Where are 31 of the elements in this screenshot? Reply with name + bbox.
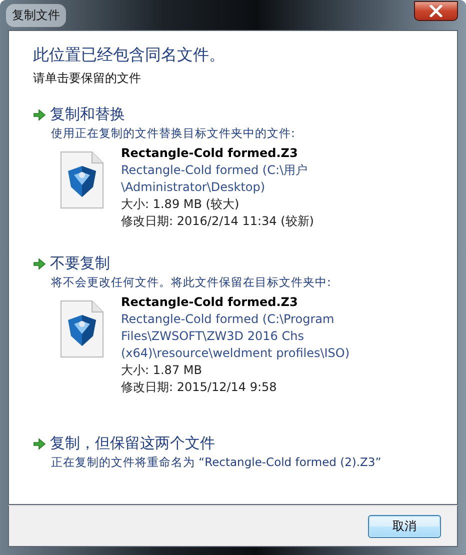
close-icon: [429, 5, 443, 17]
file-icon: [60, 300, 104, 358]
arrow-icon: [33, 438, 46, 450]
file-size: 大小: 1.89 MB (较大): [121, 196, 240, 213]
file-path: Rectangle-Cold formed (C:\Program: [121, 311, 336, 328]
option-link[interactable]: 复制，但保留这两个文件 正在复制的文件将重命名为 “Rectangle-Cold formed (2).Z3”: [25, 430, 441, 476]
option-link[interactable]: 不要复制 将不会更改任何文件。将此文件保留在目标文件夹中: Rectangle-Cold formed.Z3 Rectangle-Cold formed (C:\Program Files\ZWSOFT\ZW3D 2016 Chs (x64)\resource\weldment profiles\ISO) 大小: 1.87 MB 修改日期: 2015/12/14 9:58: [25, 250, 441, 402]
file-name: Rectangle-Cold formed.Z3: [121, 145, 299, 162]
option-title: 复制和替换: [50, 105, 125, 124]
file-path: (x64)\resource\weldment profiles\ISO): [121, 345, 350, 362]
option-description: 将不会更改任何文件。将此文件保留在目标文件夹中:: [51, 275, 332, 290]
dialog-heading: 此位置已经包含同名文件。: [33, 45, 226, 66]
close-button[interactable]: [414, 1, 458, 21]
option-description: 使用正在复制的文件替换目标文件夹中的文件:: [51, 126, 296, 141]
file-path: Rectangle-Cold formed (C:\用户: [121, 162, 309, 179]
option-title: 复制，但保留这两个文件: [50, 434, 215, 453]
file-name: Rectangle-Cold formed.Z3: [121, 294, 299, 311]
file-path: Files\ZWSOFT\ZW3D 2016 Chs: [121, 328, 305, 345]
file-icon: [60, 151, 104, 209]
arrow-icon: [33, 258, 46, 270]
option-link[interactable]: 复制和替换 使用正在复制的文件替换目标文件夹中的文件: Rectangle-Cold formed.Z3 Rectangle-Cold formed (C:\用户 \Administrator\Desktop) 大小: 1.89 MB (较大) 修改日期: 2016/2/14 11:34 (较新): [25, 101, 441, 236]
modified-date: 修改日期: 2015/12/14 9:58: [121, 379, 278, 396]
file-path: \Administrator\Desktop): [121, 179, 266, 196]
window-title: 复制文件: [6, 4, 66, 26]
arrow-icon: [33, 108, 46, 120]
option-description: 正在复制的文件将重命名为 “Rectangle-Cold formed (2).Z3”: [51, 455, 382, 470]
option-title: 不要复制: [50, 254, 110, 273]
cancel-button[interactable]: 取消: [368, 514, 441, 538]
file-size: 大小: 1.87 MB: [121, 362, 203, 379]
instruction-text: 请单击要保留的文件: [33, 70, 142, 87]
modified-date: 修改日期: 2016/2/14 11:34 (较新): [121, 213, 314, 230]
